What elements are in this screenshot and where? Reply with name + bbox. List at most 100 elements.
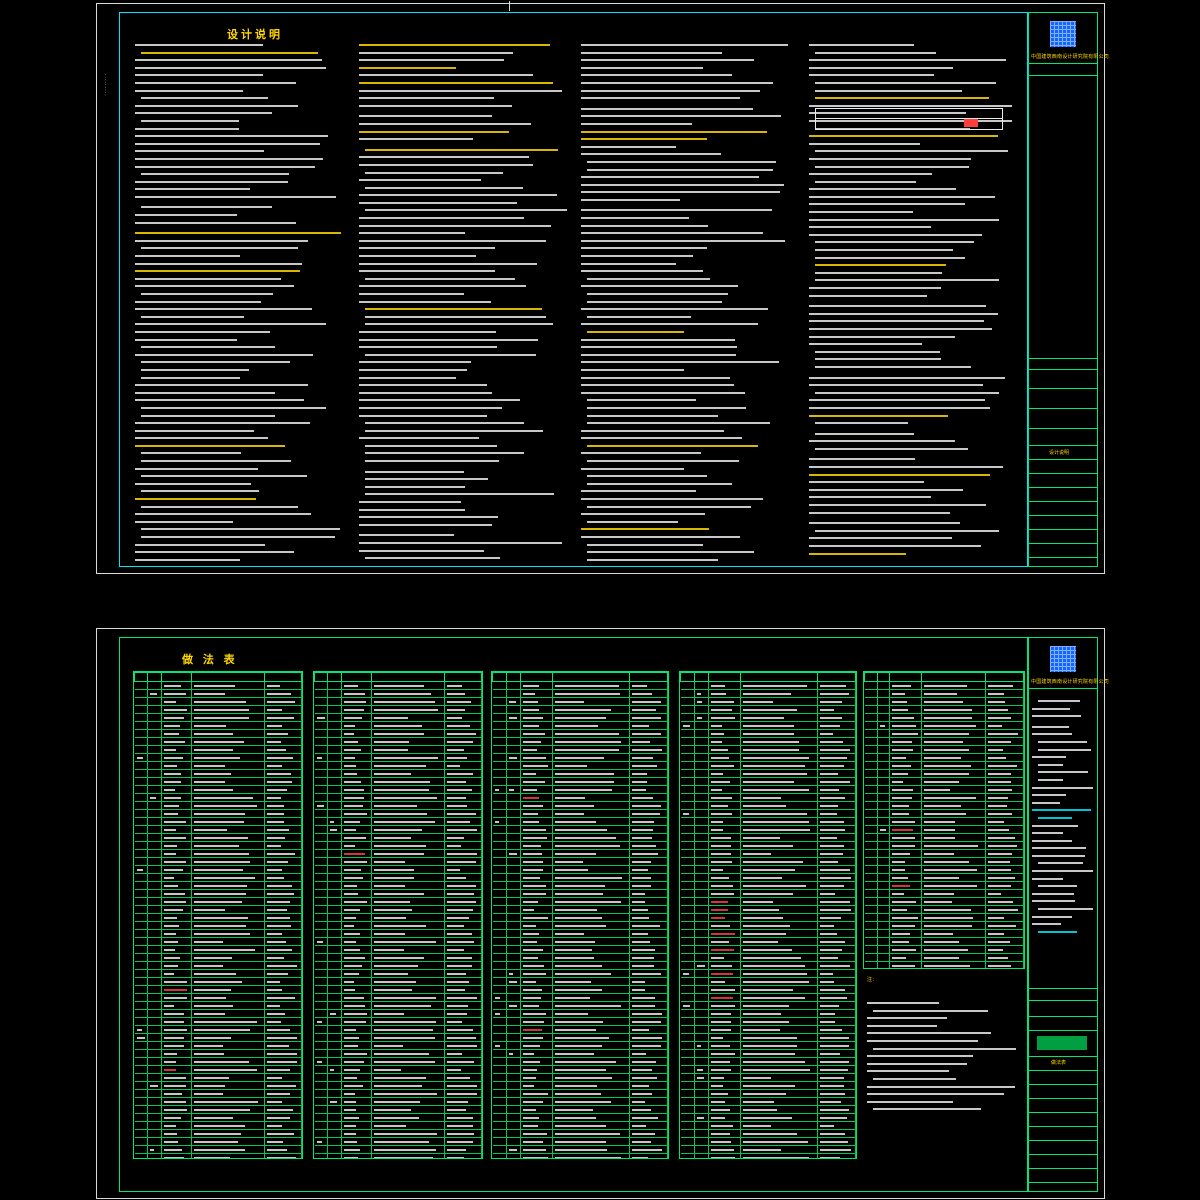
table-row	[492, 945, 668, 954]
text-line	[135, 452, 345, 458]
table-row	[314, 769, 482, 778]
text-line	[581, 368, 791, 375]
table-row	[492, 1065, 668, 1074]
table-row	[134, 785, 302, 794]
text-line	[1032, 740, 1094, 747]
text-line	[1032, 801, 1094, 808]
table-row	[134, 1121, 302, 1130]
table-row	[134, 817, 302, 826]
text-line	[135, 247, 345, 253]
column-header	[680, 672, 695, 682]
text-line	[359, 485, 569, 492]
table-row	[314, 1017, 482, 1026]
table-row	[134, 1097, 302, 1106]
text-line	[581, 66, 791, 73]
text-line	[135, 227, 345, 230]
table-row	[680, 889, 856, 898]
table-row	[864, 937, 1024, 946]
text-line	[809, 488, 1014, 495]
table-row	[680, 809, 856, 818]
table-row	[492, 849, 668, 858]
text-line	[581, 81, 791, 88]
text-line	[359, 353, 569, 360]
table-row	[680, 1105, 856, 1114]
table-row	[492, 985, 668, 994]
table-row	[492, 705, 668, 714]
table-row	[134, 745, 302, 754]
table-row	[134, 841, 302, 850]
table-row	[680, 1009, 856, 1018]
finish-table-2	[313, 671, 483, 1159]
text-line	[135, 104, 345, 111]
table-row	[492, 1081, 668, 1090]
table-row	[680, 769, 856, 778]
table-row	[492, 1057, 668, 1066]
table-row	[680, 681, 856, 690]
text-line	[1032, 915, 1094, 922]
table-row	[134, 1033, 302, 1042]
table-row	[492, 1153, 668, 1158]
text-line	[581, 391, 791, 398]
table-row	[492, 1009, 668, 1018]
sheet1-title: 设计说明	[227, 28, 283, 41]
text-line	[809, 466, 1014, 472]
table-row	[864, 713, 1024, 722]
table-row	[864, 953, 1024, 962]
column-header	[708, 672, 741, 682]
sheet2-note-label: 注：	[867, 977, 878, 983]
text-line	[135, 391, 345, 398]
text-line	[135, 66, 345, 73]
table-row	[680, 833, 856, 842]
table-row	[492, 785, 668, 794]
text-line	[581, 551, 791, 557]
table-row	[134, 1017, 302, 1026]
table-row	[134, 881, 302, 890]
table-row	[492, 697, 668, 706]
text-line	[1032, 763, 1094, 770]
column-header	[520, 672, 553, 682]
column-header	[864, 672, 878, 682]
sheet2-title-block: 中国建筑西南设计研究院有限公司 做法表	[1028, 637, 1109, 1192]
table-row	[492, 817, 668, 826]
text-line	[359, 493, 569, 499]
text-line	[581, 460, 791, 466]
text-line	[581, 217, 791, 223]
text-line	[581, 346, 791, 352]
table-row	[314, 937, 482, 946]
table-row	[134, 993, 302, 1002]
table-row	[314, 953, 482, 962]
text-line	[867, 1024, 1017, 1031]
table-row	[134, 681, 302, 690]
text-line	[359, 466, 569, 469]
table-row	[134, 1001, 302, 1010]
table-row	[134, 1057, 302, 1066]
table-row	[492, 969, 668, 978]
table-row	[314, 977, 482, 986]
text-line	[581, 429, 791, 436]
table-row	[864, 689, 1024, 698]
table-row	[314, 745, 482, 754]
text-line	[581, 482, 791, 489]
text-line	[359, 508, 569, 515]
table-row	[134, 833, 302, 842]
text-line	[809, 173, 1014, 179]
table-row	[492, 681, 668, 690]
table-row	[492, 689, 668, 698]
text-line	[809, 150, 1014, 156]
table-row	[680, 729, 856, 738]
text-line	[359, 51, 569, 58]
text-line	[359, 81, 569, 88]
table-row	[864, 921, 1024, 930]
text-line	[359, 209, 569, 215]
text-line	[581, 285, 791, 291]
table-row	[134, 1137, 302, 1146]
text-line	[581, 224, 791, 231]
text-line	[135, 414, 345, 421]
text-line	[359, 422, 569, 428]
table-row	[492, 713, 668, 722]
table-row	[492, 881, 668, 890]
company-logo-icon	[1050, 21, 1076, 47]
table-row	[134, 753, 302, 762]
table-row	[680, 841, 856, 850]
table-row	[492, 1049, 668, 1058]
